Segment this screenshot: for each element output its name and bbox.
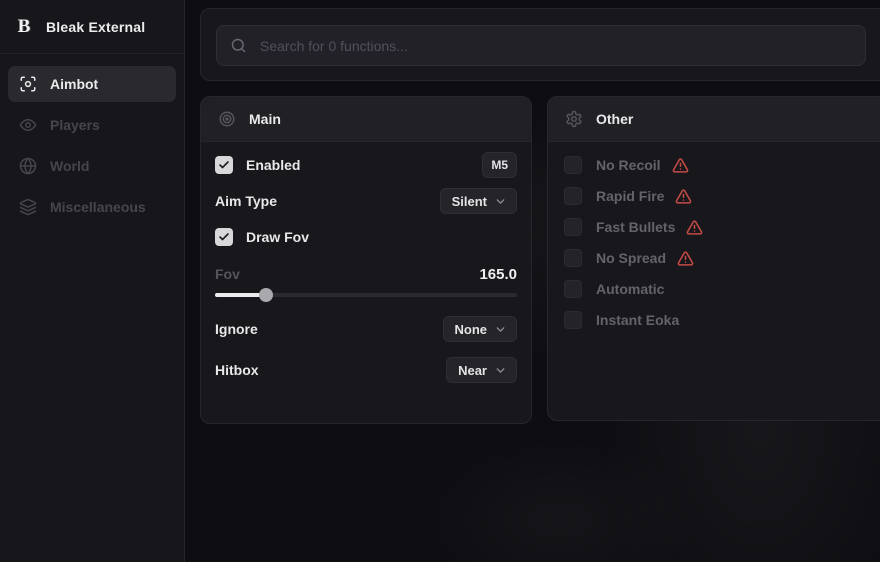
draw-fov-row: Draw Fov — [215, 224, 517, 250]
enabled-keybind-button[interactable]: M5 — [482, 152, 517, 178]
fov-label: Fov — [215, 266, 240, 282]
main-panel: Main Enabled M5 Aim Type Silent — [200, 96, 532, 424]
check-icon — [218, 231, 230, 243]
fov-slider-track[interactable] — [215, 293, 517, 297]
ignore-row: Ignore None — [215, 316, 517, 342]
eye-icon — [19, 116, 37, 134]
other-item-label: No Recoil — [596, 157, 661, 173]
search-input-wrap[interactable] — [216, 25, 866, 66]
aim-type-value: Silent — [452, 194, 487, 209]
ignore-label: Ignore — [215, 321, 258, 337]
other-panel-title: Other — [596, 111, 633, 127]
chevron-down-icon — [494, 364, 507, 377]
feature-checkbox[interactable] — [564, 280, 582, 298]
fov-value: 165.0 — [479, 266, 517, 283]
gear-icon — [565, 110, 583, 128]
feature-checkbox[interactable] — [564, 156, 582, 174]
feature-checkbox[interactable] — [564, 249, 582, 267]
feature-checkbox[interactable] — [564, 218, 582, 236]
enabled-label: Enabled — [246, 157, 300, 173]
warning-icon — [686, 219, 703, 236]
chevron-down-icon — [494, 323, 507, 336]
chevron-down-icon — [494, 195, 507, 208]
sidebar-item-aimbot[interactable]: Aimbot — [8, 66, 176, 102]
aim-type-label: Aim Type — [215, 193, 277, 209]
search-input[interactable] — [258, 37, 852, 55]
app-title: Bleak External — [46, 19, 145, 35]
other-feature-row: Instant Eoka — [564, 311, 880, 329]
enabled-checkbox[interactable] — [215, 156, 233, 174]
main-panel-header: Main — [201, 97, 531, 142]
feature-checkbox[interactable] — [564, 311, 582, 329]
warning-icon — [677, 250, 694, 267]
aim-type-dropdown[interactable]: Silent — [440, 188, 517, 214]
enabled-row: Enabled M5 — [215, 152, 517, 178]
aim-type-row: Aim Type Silent — [215, 188, 517, 214]
focus-icon — [19, 75, 37, 93]
other-item-label: No Spread — [596, 250, 666, 266]
search-panel — [200, 8, 880, 81]
ignore-dropdown[interactable]: None — [443, 316, 518, 342]
layers-icon — [19, 198, 37, 216]
sidebar-item-label: Aimbot — [50, 76, 98, 92]
other-feature-row: No Recoil — [564, 156, 880, 174]
sidebar-item-label: Miscellaneous — [50, 199, 146, 215]
other-item-label: Rapid Fire — [596, 188, 664, 204]
check-icon — [218, 159, 230, 171]
hitbox-dropdown[interactable]: Near — [446, 357, 517, 383]
fov-slider[interactable] — [215, 288, 517, 302]
other-feature-row: Fast Bullets — [564, 218, 880, 236]
hitbox-label: Hitbox — [215, 362, 259, 378]
other-item-label: Instant Eoka — [596, 312, 679, 328]
sidebar-item-label: Players — [50, 117, 100, 133]
fov-slider-thumb[interactable] — [259, 288, 273, 302]
sidebar-item-miscellaneous[interactable]: Miscellaneous — [8, 189, 176, 225]
other-panel-body: No Recoil Rapid Fire Fast Bullets No Spr… — [548, 142, 880, 329]
sidebar-item-label: World — [50, 158, 89, 174]
other-feature-row: No Spread — [564, 249, 880, 267]
other-item-label: Fast Bullets — [596, 219, 675, 235]
ignore-value: None — [455, 322, 488, 337]
hitbox-value: Near — [458, 363, 487, 378]
main-panel-title: Main — [249, 111, 281, 127]
search-icon — [230, 37, 247, 54]
sidebar-item-world[interactable]: World — [8, 148, 176, 184]
warning-icon — [672, 157, 689, 174]
sidebar-header: B Bleak External — [0, 0, 184, 54]
other-panel-header: Other — [548, 97, 880, 142]
other-feature-row: Automatic — [564, 280, 880, 298]
fov-row: Fov 165.0 — [215, 264, 517, 284]
other-feature-row: Rapid Fire — [564, 187, 880, 205]
draw-fov-label: Draw Fov — [246, 229, 309, 245]
sidebar-nav: Aimbot Players World Miscellaneous — [0, 54, 184, 237]
warning-icon — [675, 188, 692, 205]
other-panel: Other No Recoil Rapid Fire Fast Bullets … — [547, 96, 880, 421]
main-panel-body: Enabled M5 Aim Type Silent Draw Fov — [201, 142, 531, 383]
sidebar-item-players[interactable]: Players — [8, 107, 176, 143]
hitbox-row: Hitbox Near — [215, 357, 517, 383]
globe-icon — [19, 157, 37, 175]
sidebar: B Bleak External Aimbot Players World M — [0, 0, 185, 562]
other-item-label: Automatic — [596, 281, 664, 297]
app-logo-icon: B — [13, 16, 35, 38]
target-icon — [218, 110, 236, 128]
feature-checkbox[interactable] — [564, 187, 582, 205]
draw-fov-checkbox[interactable] — [215, 228, 233, 246]
